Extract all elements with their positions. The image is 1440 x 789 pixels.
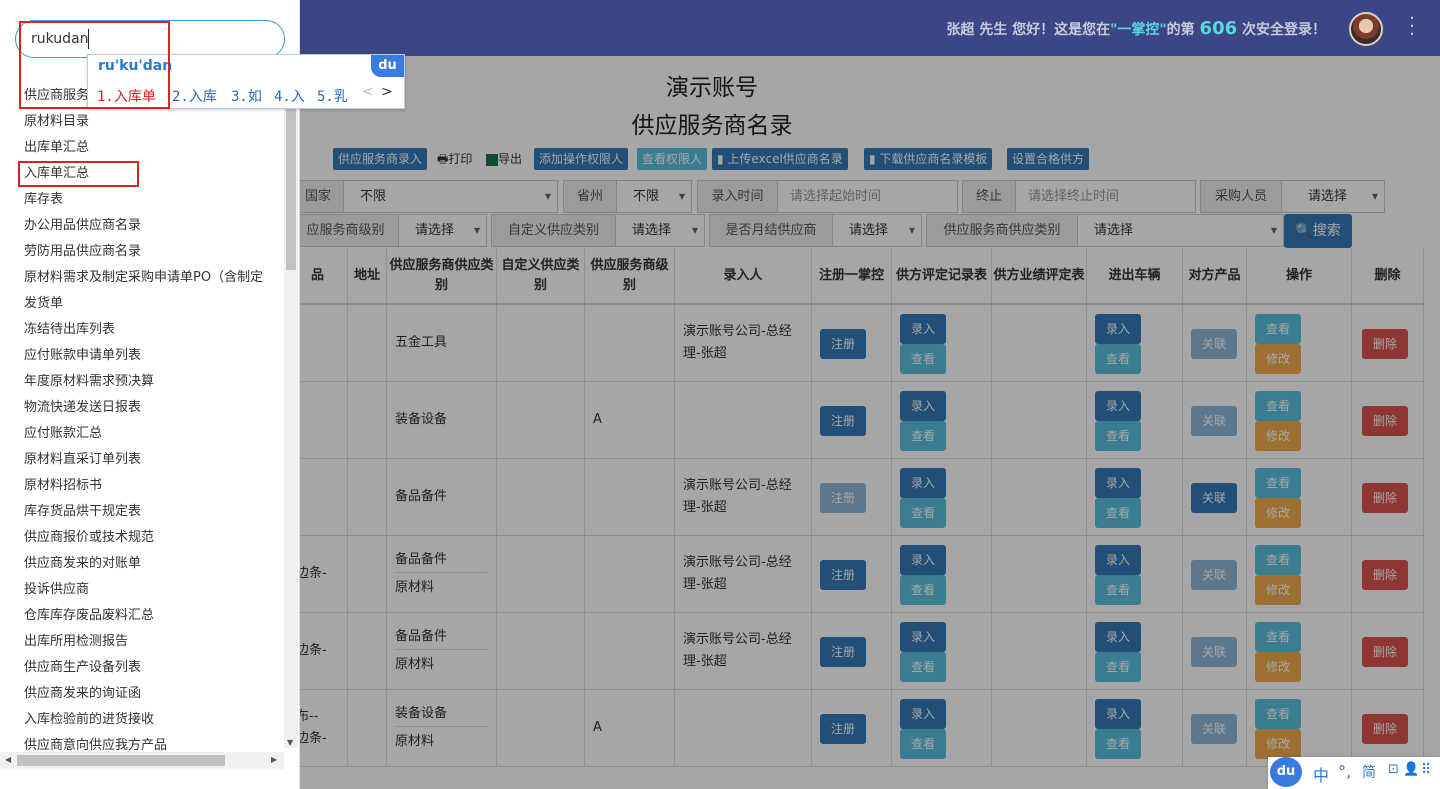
ime-candidate-2[interactable]: 2.入库: [172, 86, 217, 106]
menu-result-item[interactable]: 冻结待出库列表: [24, 318, 282, 337]
menu-result-item[interactable]: 出库所用检测报告: [24, 630, 282, 649]
scroll-left-arrow-icon[interactable]: ◀: [5, 755, 11, 764]
menu-result-item[interactable]: 仓库库存废品废料汇总: [24, 604, 282, 623]
menu-result-item[interactable]: 供应商发来的对账单: [24, 552, 282, 571]
menu-result-item[interactable]: 原材料目录: [24, 110, 282, 129]
menu-result-item[interactable]: 劳防用品供应商名录: [24, 240, 282, 259]
brand-name: "一掌控": [1110, 22, 1167, 38]
menu-result-item[interactable]: 年度原材料需求预决算: [24, 370, 282, 389]
welcome-message: 张超 先生 您好！这是您在"一掌控"的第 606 次安全登录！: [946, 18, 1326, 39]
welcome-text-post: 次安全登录！: [1242, 22, 1326, 38]
ime-mode-chinese-icon[interactable]: 中: [1313, 762, 1329, 786]
scroll-down-arrow-icon[interactable]: ▼: [287, 738, 293, 747]
highlight-box-search: [19, 21, 170, 109]
menu-result-item[interactable]: 办公用品供应商名录: [24, 214, 282, 233]
vertical-scroll-thumb[interactable]: [286, 108, 296, 270]
avatar[interactable]: [1349, 12, 1383, 46]
menu-result-item[interactable]: 供应商生产设备列表: [24, 656, 282, 675]
ime-logo: du: [371, 55, 404, 77]
ime-candidate-3[interactable]: 3.如: [231, 86, 262, 106]
horizontal-scroll-thumb[interactable]: [17, 755, 225, 766]
menu-result-item[interactable]: 应付账款申请单列表: [24, 344, 282, 363]
menu-result-item[interactable]: 应付账款汇总: [24, 422, 282, 441]
menu-result-item[interactable]: 投诉供应商: [24, 578, 282, 597]
ime-status-logo[interactable]: du: [1270, 757, 1302, 787]
ime-prev-page-icon[interactable]: <: [362, 84, 374, 100]
menu-result-item[interactable]: 库存货品烘干规定表: [24, 500, 282, 519]
menu-result-item[interactable]: 入库检验前的进货接收: [24, 708, 282, 727]
menu-result-item[interactable]: 发货单: [24, 292, 282, 311]
modal-overlay[interactable]: [300, 56, 1440, 789]
ime-candidate-5[interactable]: 5.乳: [317, 86, 348, 106]
menu-result-item[interactable]: 库存表: [24, 188, 282, 207]
menu-result-item[interactable]: 原材料招标书: [24, 474, 282, 493]
menu-result-item[interactable]: 物流快递发送日报表: [24, 396, 282, 415]
menu-result-item[interactable]: 原材料需求及制定采购申请单PO（含制定: [24, 266, 282, 285]
menu-result-item[interactable]: 供应商发来的询证函: [24, 682, 282, 701]
scroll-right-arrow-icon[interactable]: ▶: [271, 755, 277, 764]
ime-next-page-icon[interactable]: >: [381, 84, 393, 100]
ime-punctuation-icon[interactable]: °,: [1338, 762, 1351, 781]
more-menu-icon[interactable]: · · ·: [1405, 10, 1419, 44]
menu-result-item[interactable]: 出库单汇总: [24, 136, 282, 155]
menu-search-panel: rukudan 供应商服务 原材料目录 出库单汇总 入库单汇总 库存表 办公用品供应商名录…: [0, 0, 300, 789]
menu-result-item[interactable]: 原材料直采订单列表: [24, 448, 282, 467]
welcome-text-mid: 的第: [1166, 22, 1195, 38]
ime-candidate-4[interactable]: 4.入: [274, 86, 305, 106]
menu-result-item[interactable]: 供应商意向供应我方产品: [24, 734, 282, 753]
ime-user-icon[interactable]: 👤: [1403, 762, 1419, 777]
highlight-box-result: [18, 161, 139, 187]
menu-result-item[interactable]: 供应商报价或技术规范: [24, 526, 282, 545]
ime-keyboard-icon[interactable]: ⊡: [1388, 762, 1399, 777]
login-count: 606: [1199, 18, 1238, 39]
welcome-text: 张超 先生 您好！这是您在: [946, 22, 1111, 38]
ime-menu-icon[interactable]: ⠿: [1421, 762, 1431, 778]
ime-simplified-icon[interactable]: 简: [1362, 762, 1376, 782]
